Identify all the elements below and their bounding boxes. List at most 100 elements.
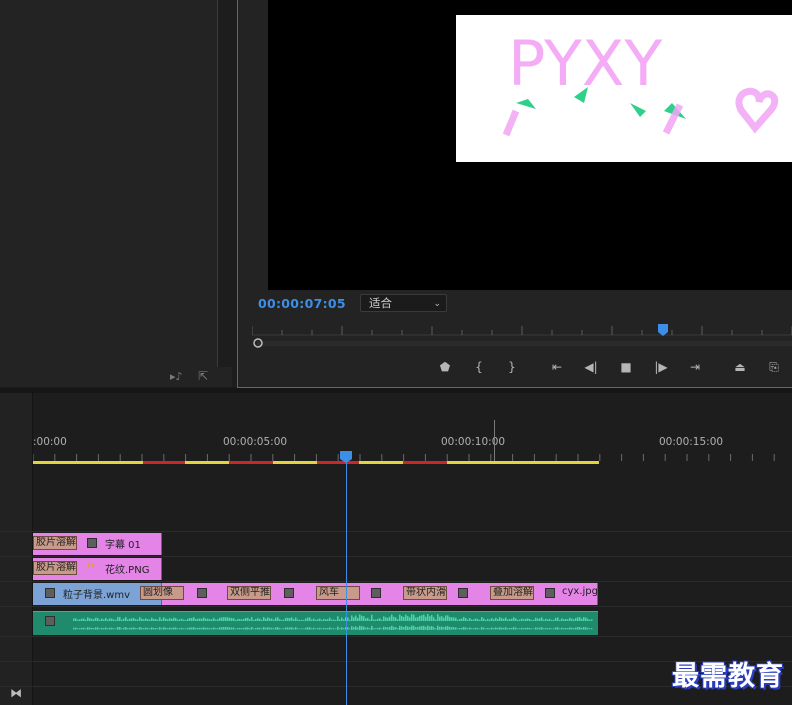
image-clips[interactable]: 圆划像 双侧平推门 风车 带状内滑 叠加溶解 cyx.jpg: [140, 583, 598, 605]
lift-icon[interactable]: ⏏: [730, 358, 750, 376]
waveform-bar: [117, 617, 119, 621]
waveform-bar: [459, 627, 461, 630]
waveform-bar: [493, 619, 495, 621]
stop-icon[interactable]: ■: [617, 358, 635, 376]
go-to-in-icon[interactable]: ⇤: [548, 358, 566, 376]
waveform-bar: [225, 617, 227, 621]
marker-icon[interactable]: ⬟: [436, 358, 454, 376]
waveform-bar: [409, 627, 411, 630]
audio-note-icon[interactable]: ▸♪: [170, 370, 183, 383]
waveform-bar: [425, 626, 427, 630]
waveform-bar: [121, 619, 123, 621]
waveform-bar: [255, 627, 257, 630]
waveform-bar: [485, 628, 487, 630]
waveform-bar: [337, 616, 339, 621]
waveform-bar: [251, 627, 253, 630]
waveform-bar: [85, 619, 87, 621]
timeline-playhead[interactable]: [340, 451, 352, 463]
waveform-bar: [229, 617, 231, 621]
waveform-bar: [93, 628, 95, 630]
waveform-bar: [311, 619, 313, 621]
waveform-bar: [505, 617, 507, 621]
waveform-bar: [231, 627, 233, 630]
waveform-bar: [281, 619, 283, 621]
mark-in-icon[interactable]: {: [470, 358, 488, 376]
transition[interactable]: 叠加溶解: [490, 586, 534, 600]
transition[interactable]: 带状内滑: [403, 586, 447, 600]
waveform-bar: [145, 627, 147, 630]
step-back-icon[interactable]: ◀|: [582, 358, 600, 376]
waveform-bar: [353, 627, 355, 630]
waveform-bar: [261, 619, 263, 621]
waveform-bar: [97, 627, 99, 630]
waveform-bar: [133, 627, 135, 630]
waveform-bar: [567, 619, 569, 621]
go-to-out-icon[interactable]: ⇥: [686, 358, 704, 376]
audio-clip[interactable]: [33, 611, 598, 635]
waveform-bar: [587, 618, 589, 621]
waveform-bar: [403, 617, 405, 621]
waveform-bar: [463, 617, 465, 621]
monitor-zoom-scrollbar[interactable]: [252, 338, 792, 348]
waveform-bar: [349, 619, 351, 621]
extract-icon[interactable]: ⎘: [764, 358, 784, 376]
timeline-time-ruler[interactable]: [32, 450, 792, 470]
transition[interactable]: 双侧平推门: [227, 586, 271, 600]
transition[interactable]: 圆划像: [140, 586, 184, 600]
waveform-bar: [445, 626, 447, 630]
waveform-bar: [135, 628, 137, 630]
waveform-bar: [239, 627, 241, 630]
waveform-bar: [101, 618, 103, 621]
zoom-fit-dropdown[interactable]: 适合 ⌄: [360, 294, 447, 312]
zoom-fit-icon[interactable]: ⧓: [10, 686, 22, 700]
waveform-bar: [439, 616, 441, 621]
waveform-bar: [467, 619, 469, 621]
waveform-bar: [369, 619, 371, 621]
waveform-bar: [297, 619, 299, 621]
waveform-bar: [295, 617, 297, 621]
playhead-timecode[interactable]: 00:00:07:05: [258, 296, 346, 311]
waveform-bar: [315, 628, 317, 630]
waveform-bar: [259, 618, 261, 621]
waveform-bar: [265, 618, 267, 621]
mark-out-icon[interactable]: }: [503, 358, 521, 376]
subtitle-clip[interactable]: 胶片溶解 字幕 01: [33, 533, 162, 555]
waveform-bar: [381, 628, 383, 630]
waveform-bar: [359, 625, 361, 631]
waveform-bar: [421, 615, 423, 621]
waveform-bar: [189, 617, 191, 621]
waveform-bar: [455, 617, 457, 621]
waveform-bar: [361, 615, 363, 621]
waveform-bar: [301, 619, 303, 621]
waveform-bar: [391, 625, 393, 631]
transition-film-dissolve[interactable]: 胶片溶解: [33, 536, 77, 550]
waveform-bar: [251, 617, 253, 621]
waveform-bar: [219, 617, 221, 621]
waveform-bar: [369, 628, 371, 630]
waveform-bar: [315, 619, 317, 621]
waveform-bar: [433, 617, 435, 621]
monitor-time-ruler[interactable]: [251, 320, 792, 336]
transition-film-dissolve[interactable]: 胶片溶解: [33, 561, 77, 575]
step-forward-icon[interactable]: |▶: [652, 358, 670, 376]
waveform-bar: [561, 618, 563, 621]
export-icon[interactable]: ⇱: [198, 369, 208, 383]
waveform-bar: [475, 618, 477, 621]
waveform-bar: [191, 618, 193, 621]
waveform-bar: [167, 619, 169, 621]
waveform-bar: [81, 618, 83, 621]
waveform-bar: [365, 627, 367, 630]
waveform-bar: [335, 628, 337, 630]
fx-icon: fx: [87, 561, 96, 571]
waveform-bar: [373, 628, 375, 630]
waveform-bar: [313, 627, 315, 630]
waveform-bar: [149, 628, 151, 630]
waveform-bar: [207, 627, 209, 630]
waveform-bar: [127, 619, 129, 621]
png-clip[interactable]: 胶片溶解 fx 花纹.PNG: [33, 558, 162, 580]
monitor-playhead[interactable]: [658, 324, 668, 336]
waveform-bar: [85, 628, 87, 630]
transition[interactable]: 风车: [316, 586, 360, 600]
waveform-bar: [483, 627, 485, 630]
waveform-bar: [467, 628, 469, 630]
